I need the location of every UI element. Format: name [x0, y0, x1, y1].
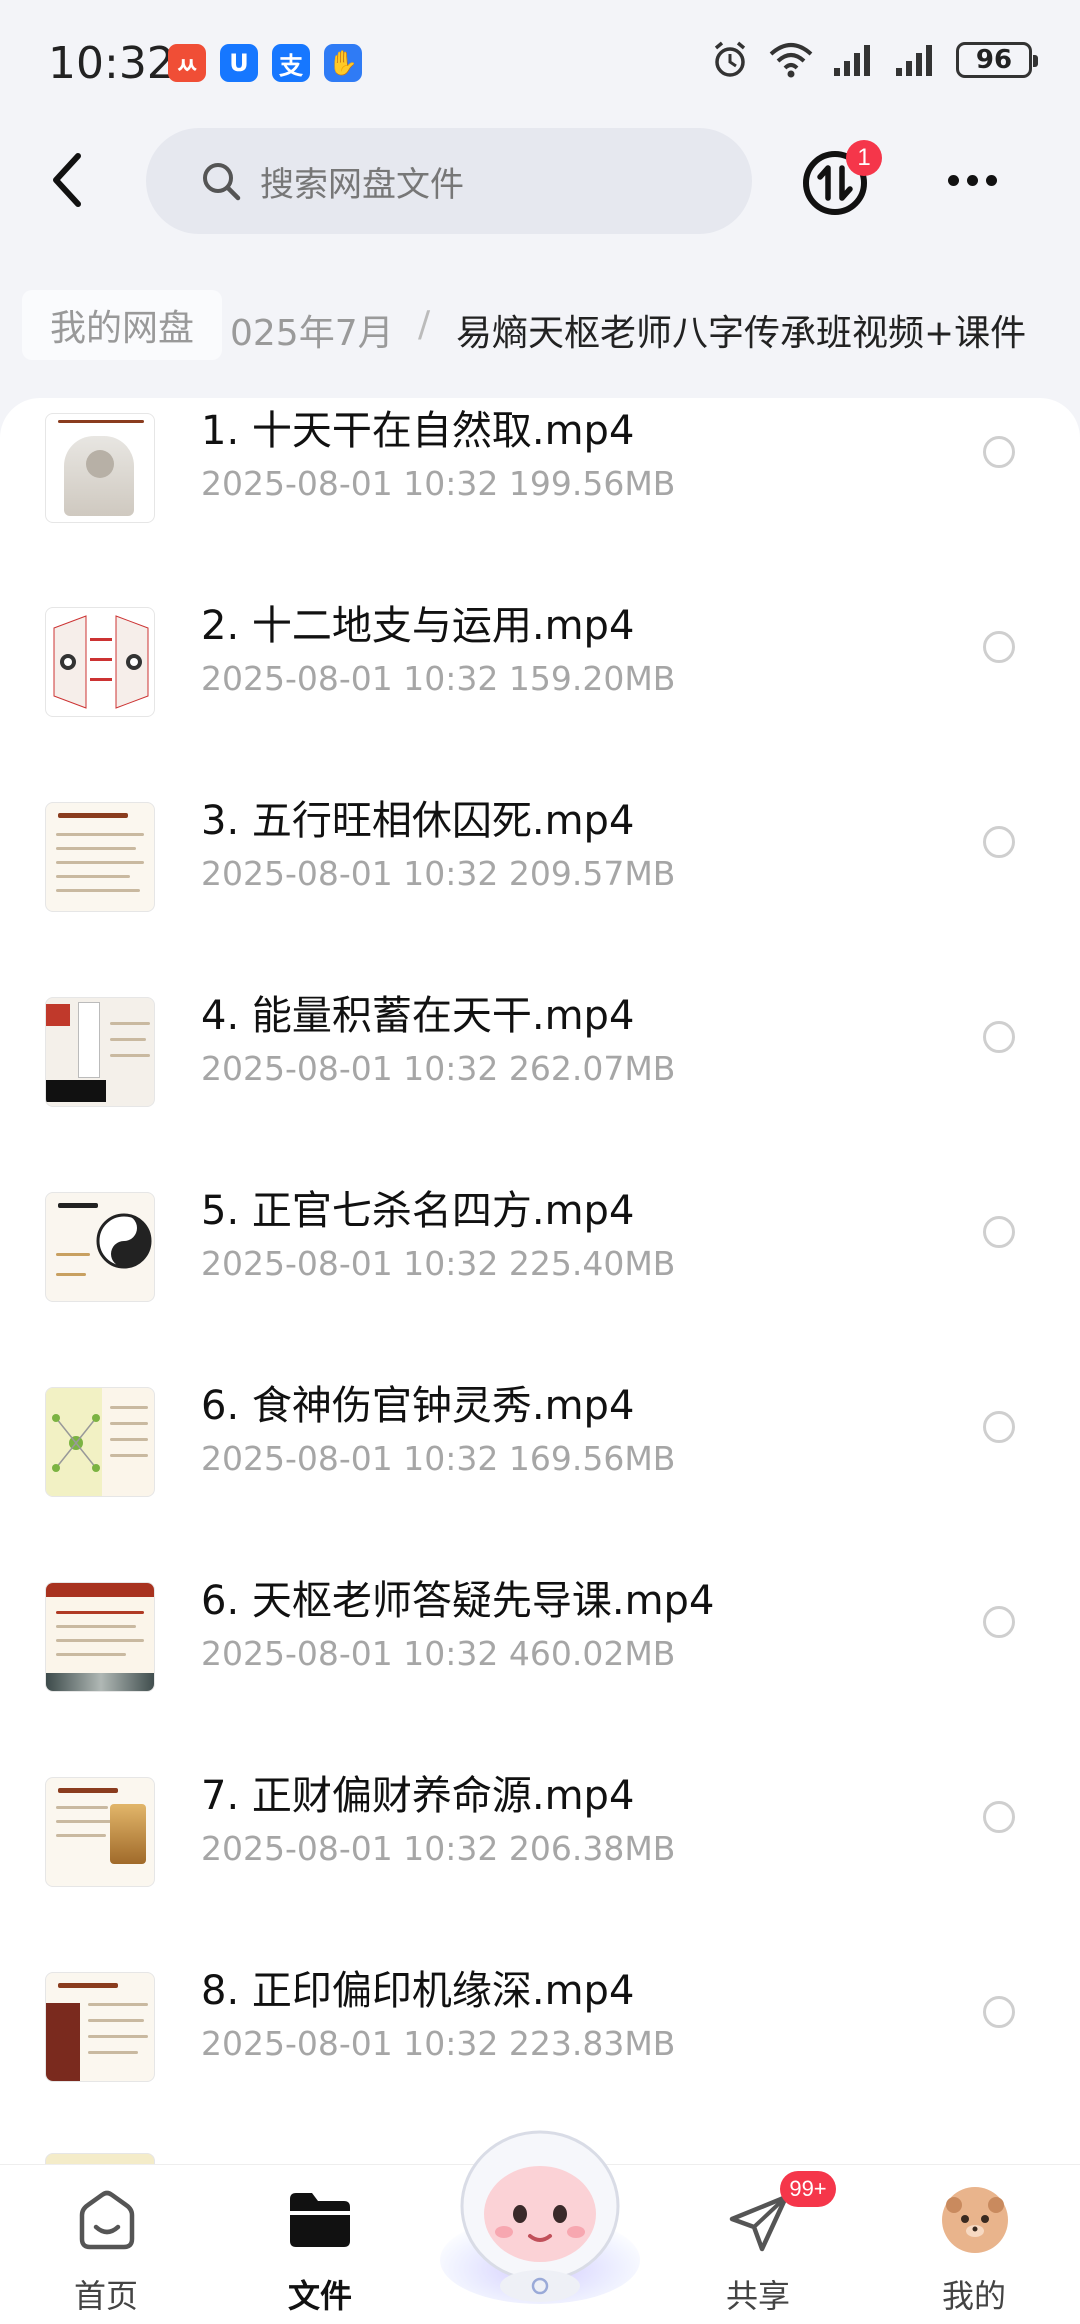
transfer-button[interactable]: 1 — [800, 140, 882, 218]
more-button[interactable] — [940, 156, 1004, 204]
status-indicators: 96 — [710, 40, 1038, 80]
video-thumbnail — [45, 2153, 155, 2164]
video-thumbnail — [45, 802, 155, 912]
breadcrumb-separator: / — [418, 304, 431, 345]
search-placeholder: 搜索网盘文件 — [260, 164, 464, 205]
home-icon — [79, 2190, 135, 2250]
select-radio[interactable] — [983, 1216, 1015, 1248]
file-meta: 2025-08-01 10:32 199.56MB — [201, 464, 676, 503]
file-meta: 2025-08-01 10:32 159.20MB — [201, 659, 676, 698]
share-plane-icon — [729, 2194, 789, 2252]
breadcrumb-current: 易熵天枢老师八字传承班视频+课件 — [456, 313, 1027, 354]
notification-app-icon-1: ㅆ — [168, 44, 206, 82]
folder-icon — [290, 2193, 350, 2247]
top-bar: 搜索网盘文件 1 — [0, 120, 1080, 240]
nav-home[interactable]: 首页 — [16, 2165, 196, 2324]
video-thumbnail — [45, 1777, 155, 1887]
alarm-icon — [714, 41, 746, 77]
file-name: 5. 正官七杀名四方.mp4 — [201, 1188, 635, 1234]
select-radio[interactable] — [983, 1996, 1015, 2028]
file-name: 2. 十二地支与运用.mp4 — [201, 603, 635, 649]
video-thumbnail — [45, 1972, 155, 2082]
video-thumbnail — [45, 997, 155, 1107]
nav-me[interactable]: 我的 — [884, 2165, 1064, 2324]
nav-label-home: 首页 — [73, 2277, 138, 2315]
file-row[interactable]: 4. 能量积蓄在天干.mp4 2025-08-01 10:32 262.07MB — [0, 983, 1080, 1178]
file-row[interactable]: 3. 五行旺相休囚死.mp4 2025-08-01 10:32 209.57MB — [0, 788, 1080, 983]
assistant-mascot-button[interactable] — [430, 2110, 650, 2310]
select-radio[interactable] — [983, 1606, 1015, 1638]
file-name: 4. 能量积蓄在天干.mp4 — [201, 993, 635, 1039]
file-row[interactable]: 6. 食神伤官钟灵秀.mp4 2025-08-01 10:32 169.56MB — [0, 1373, 1080, 1568]
nav-label-files: 文件 — [287, 2277, 352, 2315]
file-row[interactable]: 1. 十天干在自然取.mp4 2025-08-01 10:32 199.56MB — [0, 398, 1080, 593]
select-radio[interactable] — [983, 1801, 1015, 1833]
signal-icon-2 — [896, 45, 932, 76]
notification-app-icon-4: ✋ — [324, 44, 362, 82]
select-radio[interactable] — [983, 1411, 1015, 1443]
signal-icon-1 — [834, 45, 870, 76]
video-thumbnail — [45, 607, 155, 717]
file-meta: 2025-08-01 10:32 460.02MB — [201, 1634, 676, 1673]
file-meta: 2025-08-01 10:32 223.83MB — [201, 2024, 676, 2063]
breadcrumb-root[interactable]: 我的网盘 — [22, 290, 223, 360]
file-meta: 2025-08-01 10:32 169.56MB — [201, 1439, 676, 1478]
mascot-icon — [440, 2130, 640, 2304]
file-meta: 2025-08-01 10:32 225.40MB — [201, 1244, 676, 1283]
breadcrumb-folder[interactable]: 025年7月 — [230, 304, 394, 356]
file-meta: 2025-08-01 10:32 206.38MB — [201, 1829, 676, 1868]
video-thumbnail — [45, 1582, 155, 1692]
file-row[interactable]: 6. 天枢老师答疑先导课.mp4 2025-08-01 10:32 460.02… — [0, 1568, 1080, 1763]
file-name: 7. 正财偏财养命源.mp4 — [201, 1773, 635, 1819]
battery-indicator: 96 — [956, 42, 1038, 78]
back-button[interactable] — [36, 148, 100, 212]
file-list: 1. 十天干在自然取.mp4 2025-08-01 10:32 199.56MB… — [0, 398, 1080, 2164]
wifi-icon — [769, 43, 813, 78]
select-radio[interactable] — [983, 436, 1015, 468]
file-row[interactable]: 2. 十二地支与运用.mp4 2025-08-01 10:32 159.20MB — [0, 593, 1080, 788]
status-bar: 10:32 ㅆ U 支 ✋ 96 — [0, 0, 1080, 120]
nav-share[interactable]: 99+ 共享 — [668, 2165, 848, 2324]
search-input[interactable]: 搜索网盘文件 — [146, 128, 752, 234]
search-icon — [203, 163, 241, 201]
nav-files[interactable]: 文件 — [230, 2165, 410, 2324]
more-dot-icon — [966, 174, 978, 186]
file-name: 1. 十天干在自然取.mp4 — [201, 408, 635, 454]
more-dot-icon — [947, 174, 959, 186]
status-app-icons: ㅆ U 支 ✋ — [168, 44, 362, 82]
file-row[interactable]: 5. 正官七杀名四方.mp4 2025-08-01 10:32 225.40MB — [0, 1178, 1080, 1373]
alipay-icon: 支 — [272, 44, 310, 82]
status-time: 10:32 — [48, 38, 175, 89]
file-row[interactable]: 7. 正财偏财养命源.mp4 2025-08-01 10:32 206.38MB — [0, 1763, 1080, 1958]
transfer-badge: 1 — [846, 140, 882, 176]
select-radio[interactable] — [983, 631, 1015, 663]
video-thumbnail — [45, 1387, 155, 1497]
file-meta: 2025-08-01 10:32 209.57MB — [201, 854, 676, 893]
more-dot-icon — [985, 174, 997, 186]
back-arrow-icon — [53, 153, 81, 207]
nav-label-share: 共享 — [725, 2277, 790, 2315]
nav-label-me: 我的 — [941, 2277, 1006, 2315]
breadcrumb: 我的网盘 025年7月 / 易熵天枢老师八字传承班视频+课件 — [0, 276, 1080, 376]
file-name: 8. 正印偏印机缘深.mp4 — [201, 1968, 635, 2014]
select-radio[interactable] — [983, 1021, 1015, 1053]
select-radio[interactable] — [983, 826, 1015, 858]
avatar — [942, 2187, 1008, 2253]
notification-app-icon-2: U — [220, 44, 258, 82]
file-meta: 2025-08-01 10:32 262.07MB — [201, 1049, 676, 1088]
file-name: 3. 五行旺相休囚死.mp4 — [201, 798, 635, 844]
file-name: 6. 天枢老师答疑先导课.mp4 — [201, 1578, 715, 1624]
file-name: 6. 食神伤官钟灵秀.mp4 — [201, 1383, 635, 1429]
video-thumbnail — [45, 1192, 155, 1302]
share-badge: 99+ — [780, 2171, 836, 2207]
video-thumbnail — [45, 413, 155, 523]
